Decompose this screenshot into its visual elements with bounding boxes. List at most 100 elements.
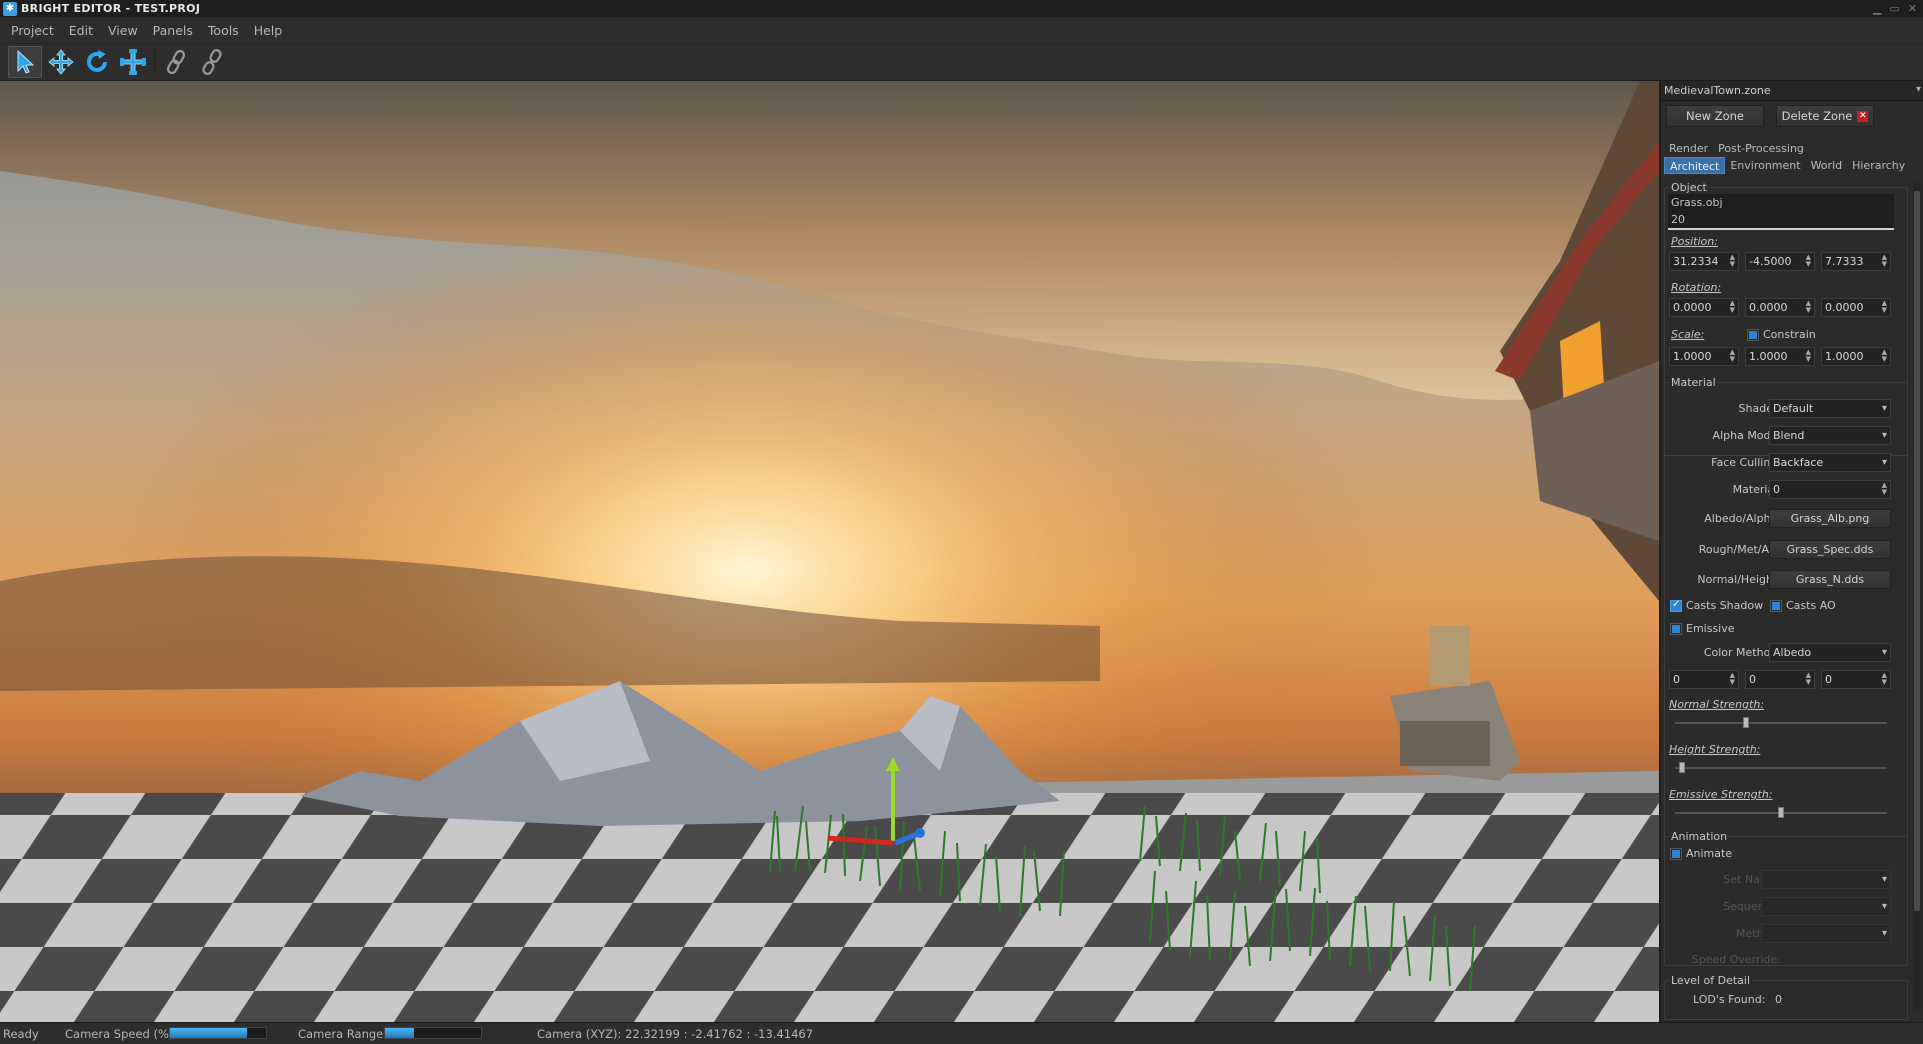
minimize-icon[interactable]: ▁ bbox=[1873, 2, 1881, 15]
stepper-arrows-icon[interactable]: ▲ ▼ bbox=[1730, 254, 1735, 268]
rough-texture-button[interactable]: Grass_Spec.dds bbox=[1769, 540, 1891, 559]
panel-scrollbar[interactable] bbox=[1913, 181, 1921, 1011]
material-index-field[interactable]: 0 ▲ ▼ bbox=[1769, 480, 1891, 499]
unlink-icon bbox=[202, 49, 222, 75]
window-title: BRIGHT EDITOR - TEST.PROJ bbox=[21, 2, 201, 15]
camera-range-meter[interactable] bbox=[384, 1027, 482, 1039]
stepper-arrows-icon[interactable]: ▲ ▼ bbox=[1882, 482, 1887, 496]
lod-found-value: 0 bbox=[1775, 993, 1782, 1006]
stepper-arrows-icon[interactable]: ▲ ▼ bbox=[1730, 300, 1735, 314]
stepper-arrows-icon[interactable]: ▲ ▼ bbox=[1882, 349, 1887, 363]
menu-bar: Project Edit View Panels Tools Help bbox=[0, 17, 1923, 43]
rotation-y-value: 0.0000 bbox=[1749, 301, 1788, 314]
toolbar-separator bbox=[154, 48, 155, 76]
camera-speed-meter[interactable] bbox=[169, 1027, 267, 1039]
camera-speed-label: Camera Speed (%): bbox=[65, 1027, 178, 1041]
object-group-title: Object bbox=[1669, 181, 1709, 194]
move-tool-button[interactable] bbox=[44, 46, 78, 78]
scrollbar-thumb[interactable] bbox=[1914, 191, 1920, 911]
app-logo-icon: ✱ bbox=[3, 1, 17, 16]
position-x-field[interactable]: 31.2334 ▲ ▼ bbox=[1669, 252, 1739, 271]
unlink-tool-button[interactable] bbox=[195, 46, 229, 78]
menu-project[interactable]: Project bbox=[6, 23, 64, 38]
color-r-field[interactable]: 0 ▲ ▼ bbox=[1669, 670, 1739, 689]
chevron-down-icon: ▾ bbox=[1881, 901, 1887, 912]
sequence-select[interactable]: ▾ bbox=[1761, 897, 1891, 916]
stepper-arrows-icon[interactable]: ▲ ▼ bbox=[1806, 349, 1811, 363]
method-select[interactable]: ▾ bbox=[1761, 924, 1891, 943]
color-g-field[interactable]: 0 ▲ ▼ bbox=[1745, 670, 1815, 689]
slider-knob[interactable] bbox=[1679, 762, 1685, 773]
animate-checkbox[interactable] bbox=[1670, 848, 1682, 860]
tab-world[interactable]: World bbox=[1806, 157, 1848, 174]
shader-select[interactable]: Default ▾ bbox=[1769, 399, 1891, 418]
color-method-value: Albedo bbox=[1773, 646, 1812, 659]
link-tool-button[interactable] bbox=[159, 46, 193, 78]
emissive-strength-label: Emissive Strength: bbox=[1669, 788, 1773, 801]
stepper-arrows-icon[interactable]: ▲ ▼ bbox=[1730, 672, 1735, 686]
delete-zone-button[interactable]: Delete Zone ✕ bbox=[1776, 105, 1874, 127]
color-method-select[interactable]: Albedo ▾ bbox=[1769, 643, 1891, 662]
menu-panels[interactable]: Panels bbox=[148, 23, 203, 38]
stepper-arrows-icon[interactable]: ▲ ▼ bbox=[1882, 672, 1887, 686]
emissive-strength-slider[interactable] bbox=[1675, 807, 1887, 818]
tab-post-processing[interactable]: Post-Processing bbox=[1713, 140, 1809, 157]
scale-tool-button[interactable] bbox=[116, 46, 150, 78]
tab-environment[interactable]: Environment bbox=[1725, 157, 1805, 174]
scale-label: Scale: bbox=[1671, 328, 1705, 341]
stepper-arrows-icon[interactable]: ▲ ▼ bbox=[1730, 349, 1735, 363]
tab-render[interactable]: Render bbox=[1664, 140, 1713, 157]
object-info-box: Grass.obj 20 bbox=[1668, 194, 1894, 230]
menu-tools[interactable]: Tools bbox=[203, 23, 249, 38]
stepper-arrows-icon[interactable]: ▲ ▼ bbox=[1806, 672, 1811, 686]
rotation-x-value: 0.0000 bbox=[1673, 301, 1712, 314]
rotation-y-field[interactable]: 0.0000 ▲ ▼ bbox=[1745, 298, 1815, 317]
stepper-arrows-icon[interactable]: ▲ ▼ bbox=[1806, 254, 1811, 268]
color-r-value: 0 bbox=[1673, 673, 1680, 686]
new-zone-button[interactable]: New Zone bbox=[1666, 105, 1764, 127]
stepper-arrows-icon[interactable]: ▲ ▼ bbox=[1806, 300, 1811, 314]
alpha-mode-select[interactable]: Blend ▾ bbox=[1769, 426, 1891, 445]
casts-shadow-checkbox[interactable] bbox=[1670, 599, 1682, 612]
rotate-tool-button[interactable] bbox=[80, 46, 114, 78]
constrain-checkbox[interactable] bbox=[1747, 329, 1759, 341]
casts-ao-label: Casts AO bbox=[1786, 599, 1836, 612]
scale-y-field[interactable]: 1.0000 ▲ ▼ bbox=[1745, 347, 1815, 366]
face-culling-select[interactable]: Backface ▾ bbox=[1769, 453, 1891, 472]
casts-ao-checkbox[interactable] bbox=[1770, 600, 1782, 612]
scale-x-value: 1.0000 bbox=[1673, 350, 1712, 363]
menu-view[interactable]: View bbox=[103, 23, 148, 38]
zone-selector[interactable]: MedievalTown.zone ▾ bbox=[1661, 81, 1923, 101]
camera-range-label: Camera Range: bbox=[298, 1027, 388, 1041]
albedo-texture-button[interactable]: Grass_Alb.png bbox=[1769, 509, 1891, 528]
select-tool-button[interactable] bbox=[8, 46, 42, 78]
scale-z-field[interactable]: 1.0000 ▲ ▼ bbox=[1821, 347, 1891, 366]
normal-texture-button[interactable]: Grass_N.dds bbox=[1769, 570, 1891, 589]
rotation-z-field[interactable]: 0.0000 ▲ ▼ bbox=[1821, 298, 1891, 317]
menu-help[interactable]: Help bbox=[249, 23, 293, 38]
color-b-field[interactable]: 0 ▲ ▼ bbox=[1821, 670, 1891, 689]
chevron-down-icon: ▾ bbox=[1881, 647, 1887, 658]
status-text: Ready bbox=[3, 1027, 39, 1041]
normal-strength-slider[interactable] bbox=[1675, 717, 1887, 728]
scale-x-field[interactable]: 1.0000 ▲ ▼ bbox=[1669, 347, 1739, 366]
position-y-field[interactable]: -4.5000 ▲ ▼ bbox=[1745, 252, 1815, 271]
emissive-checkbox[interactable] bbox=[1670, 623, 1682, 635]
set-name-select[interactable]: ▾ bbox=[1761, 870, 1891, 889]
stepper-arrows-icon[interactable]: ▲ ▼ bbox=[1882, 300, 1887, 314]
close-icon[interactable]: ✕ bbox=[1908, 2, 1917, 15]
height-strength-slider[interactable] bbox=[1675, 762, 1887, 773]
tab-architect[interactable]: Architect bbox=[1664, 157, 1726, 174]
menu-edit[interactable]: Edit bbox=[64, 23, 103, 38]
3d-viewport[interactable] bbox=[0, 81, 1659, 1022]
material-group-title: Material bbox=[1669, 376, 1718, 389]
slider-knob[interactable] bbox=[1743, 717, 1749, 728]
alpha-mode-value: Blend bbox=[1773, 429, 1805, 442]
tab-hierarchy[interactable]: Hierarchy bbox=[1847, 157, 1910, 174]
slider-knob[interactable] bbox=[1778, 807, 1784, 818]
position-z-field[interactable]: 7.7333 ▲ ▼ bbox=[1821, 252, 1891, 271]
rotation-x-field[interactable]: 0.0000 ▲ ▼ bbox=[1669, 298, 1739, 317]
maximize-icon[interactable]: ▭ bbox=[1889, 2, 1899, 15]
stepper-arrows-icon[interactable]: ▲ ▼ bbox=[1882, 254, 1887, 268]
top-tabs: Render Post-Processing bbox=[1664, 140, 1809, 157]
